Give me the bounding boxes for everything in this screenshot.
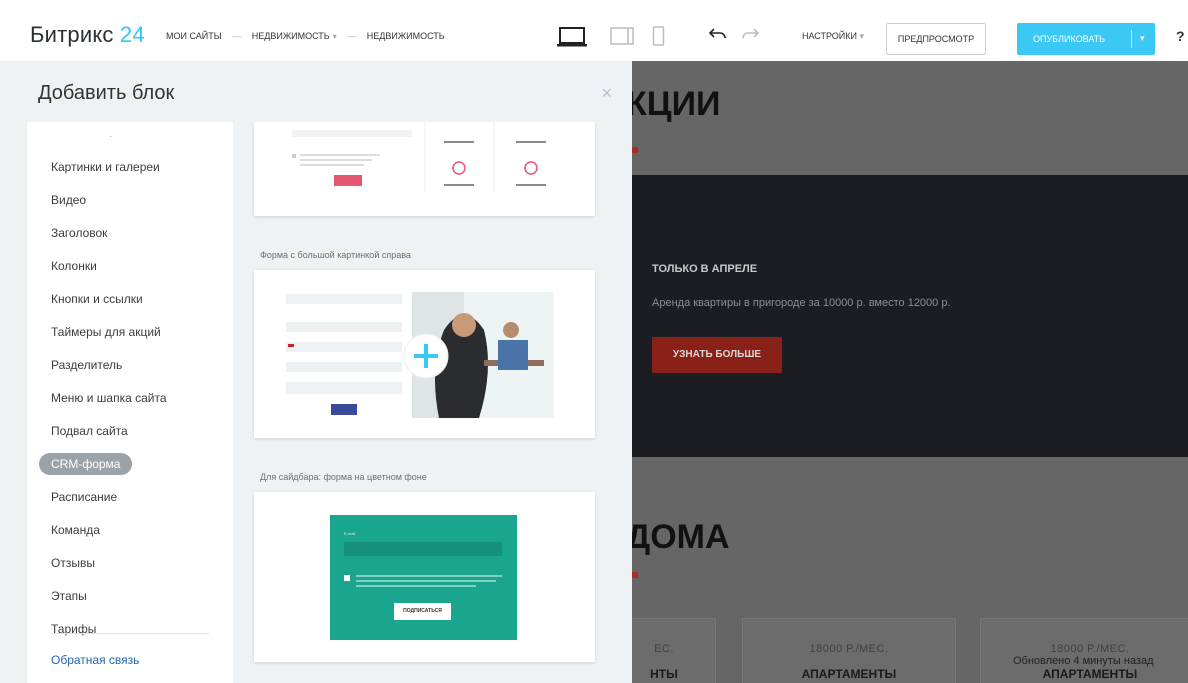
logo-text: Битрикс	[30, 22, 114, 47]
mini-subscribe-button: ПОДПИСАТЬСЯ	[394, 603, 451, 620]
settings-menu[interactable]: НАСТРОЙКИ ▾	[802, 31, 864, 42]
chevron-down-icon: ▾	[859, 31, 865, 41]
block-preview-card[interactable]	[254, 270, 595, 438]
mini-consent-text	[356, 575, 502, 577]
heading-accent	[632, 147, 638, 153]
block-preview-card[interactable]	[254, 122, 595, 216]
logo-number: 24	[119, 22, 145, 47]
scroll-hint: ·	[109, 131, 113, 142]
chevron-down-icon[interactable]: ▾	[1140, 33, 1145, 44]
heading-accent	[632, 572, 638, 578]
form-with-image-thumbnail	[286, 292, 554, 418]
feedback-link[interactable]: Обратная связь	[51, 653, 139, 667]
menu-divider	[51, 633, 209, 634]
offer-price: ЕС.	[654, 643, 674, 655]
promo-tag: ТОЛЬКО В АПРЕЛЕ	[652, 263, 758, 275]
breadcrumb-site[interactable]: НЕДВИЖИМОСТЬ ▾	[252, 31, 337, 41]
menu-item[interactable]: Картинки и галереи	[51, 160, 160, 174]
menu-item[interactable]: Отзывы	[51, 556, 95, 570]
menu-item[interactable]: Меню и шапка сайта	[51, 391, 167, 405]
offer-price: 18000 Р./МЕС.	[809, 643, 889, 655]
menu-item[interactable]: Команда	[51, 523, 100, 537]
site-preview: КЦИИ ТОЛЬКО В АПРЕЛЕ Аренда квартиры в п…	[632, 61, 1188, 683]
block-category-menu: · Картинки и галереи Видео Заголовок Кол…	[27, 122, 233, 683]
bitrix24-logo[interactable]: Битрикс 24	[30, 22, 145, 48]
block-list: Форма с большой картинкой справа Для сай…	[239, 122, 617, 683]
contact-form-thumbnail	[292, 122, 546, 192]
menu-item[interactable]: Колонки	[51, 259, 97, 273]
publish-divider	[1131, 30, 1132, 48]
autosave-status: Обновлено 4 минуты назад	[1013, 655, 1154, 667]
breadcrumb-separator: —	[347, 31, 357, 41]
menu-item[interactable]: Подвал сайта	[51, 424, 128, 438]
tablet-view-icon[interactable]	[610, 26, 635, 48]
help-button[interactable]: ?	[1176, 28, 1185, 44]
breadcrumb-separator: —	[232, 31, 242, 41]
mobile-view-icon[interactable]	[652, 26, 666, 48]
menu-item[interactable]: Расписание	[51, 490, 117, 504]
offer-title: АПАРТАМЕНТЫ	[1042, 667, 1138, 681]
mini-consent-text	[356, 585, 476, 587]
top-bar: Битрикс 24 МОИ САЙТЫ — НЕДВИЖИМОСТЬ ▾ — Н…	[0, 10, 1188, 62]
menu-item[interactable]: Таймеры для акций	[51, 325, 161, 339]
section-heading: КЦИИ	[632, 85, 721, 123]
block-label: Для сайдбара: форма на цветном фоне	[260, 472, 427, 482]
desktop-view-icon[interactable]	[557, 26, 587, 48]
offer-price: 18000 Р./МЕС.	[1050, 643, 1130, 655]
menu-item[interactable]: Разделитель	[51, 358, 122, 372]
offer-card[interactable]: 18000 Р./МЕС. АПАРТАМЕНТЫ	[980, 618, 1188, 683]
add-block-panel: Добавить блок ✕ · Картинки и галереи Вид…	[0, 61, 632, 683]
mini-email-label: E-mail	[344, 531, 356, 536]
sidebar-form-thumbnail: E-mail ПОДПИСАТЬСЯ	[330, 515, 517, 640]
menu-item[interactable]: Видео	[51, 193, 86, 207]
breadcrumb-my-sites[interactable]: МОИ САЙТЫ	[166, 31, 222, 41]
promo-description: Аренда квартиры в пригороде за 10000 р. …	[652, 297, 951, 309]
section-heading: ДОМА	[632, 518, 730, 556]
promo-section: ТОЛЬКО В АПРЕЛЕ Аренда квартиры в пригор…	[632, 175, 1188, 457]
mini-checkbox	[344, 575, 350, 581]
menu-item[interactable]: Кнопки и ссылки	[51, 292, 143, 306]
breadcrumb-site-label: НЕДВИЖИМОСТЬ	[251, 31, 330, 41]
block-label: Форма с большой картинкой справа	[260, 250, 411, 260]
publish-label: ОПУБЛИКОВАТЬ	[1033, 34, 1106, 44]
panel-title: Добавить блок	[38, 82, 175, 104]
mini-email-field	[344, 542, 502, 556]
breadcrumb-page[interactable]: НЕДВИЖИМОСТЬ	[367, 31, 445, 41]
menu-item[interactable]: Заголовок	[51, 226, 107, 240]
menu-item[interactable]: Этапы	[51, 589, 87, 603]
settings-label: НАСТРОЙКИ	[802, 31, 857, 41]
preview-button[interactable]: ПРЕДПРОСМОТР	[886, 23, 986, 55]
offer-title: АПАРТАМЕНТЫ	[801, 667, 897, 681]
close-icon[interactable]: ✕	[601, 85, 613, 102]
publish-button[interactable]: ОПУБЛИКОВАТЬ ▾	[1017, 23, 1155, 55]
block-preview-card[interactable]: E-mail ПОДПИСАТЬСЯ	[254, 492, 595, 662]
undo-icon[interactable]	[708, 24, 728, 42]
offer-title: НТЫ	[650, 667, 678, 681]
offer-card[interactable]: ЕС. НТЫ	[632, 618, 716, 683]
redo-icon[interactable]	[740, 24, 760, 42]
offer-card[interactable]: 18000 Р./МЕС. АПАРТАМЕНТЫ	[742, 618, 956, 683]
menu-item-active[interactable]: CRM-форма	[39, 453, 133, 475]
editor-root: Битрикс 24 МОИ САЙТЫ — НЕДВИЖИМОСТЬ ▾ — Н…	[0, 0, 1188, 683]
mini-consent-text	[356, 580, 496, 582]
promo-button[interactable]: УЗНАТЬ БОЛЬШЕ	[652, 337, 782, 373]
breadcrumb: МОИ САЙТЫ — НЕДВИЖИМОСТЬ ▾ — НЕДВИЖИМОСТЬ	[166, 31, 445, 41]
chevron-down-icon: ▾	[332, 32, 337, 41]
